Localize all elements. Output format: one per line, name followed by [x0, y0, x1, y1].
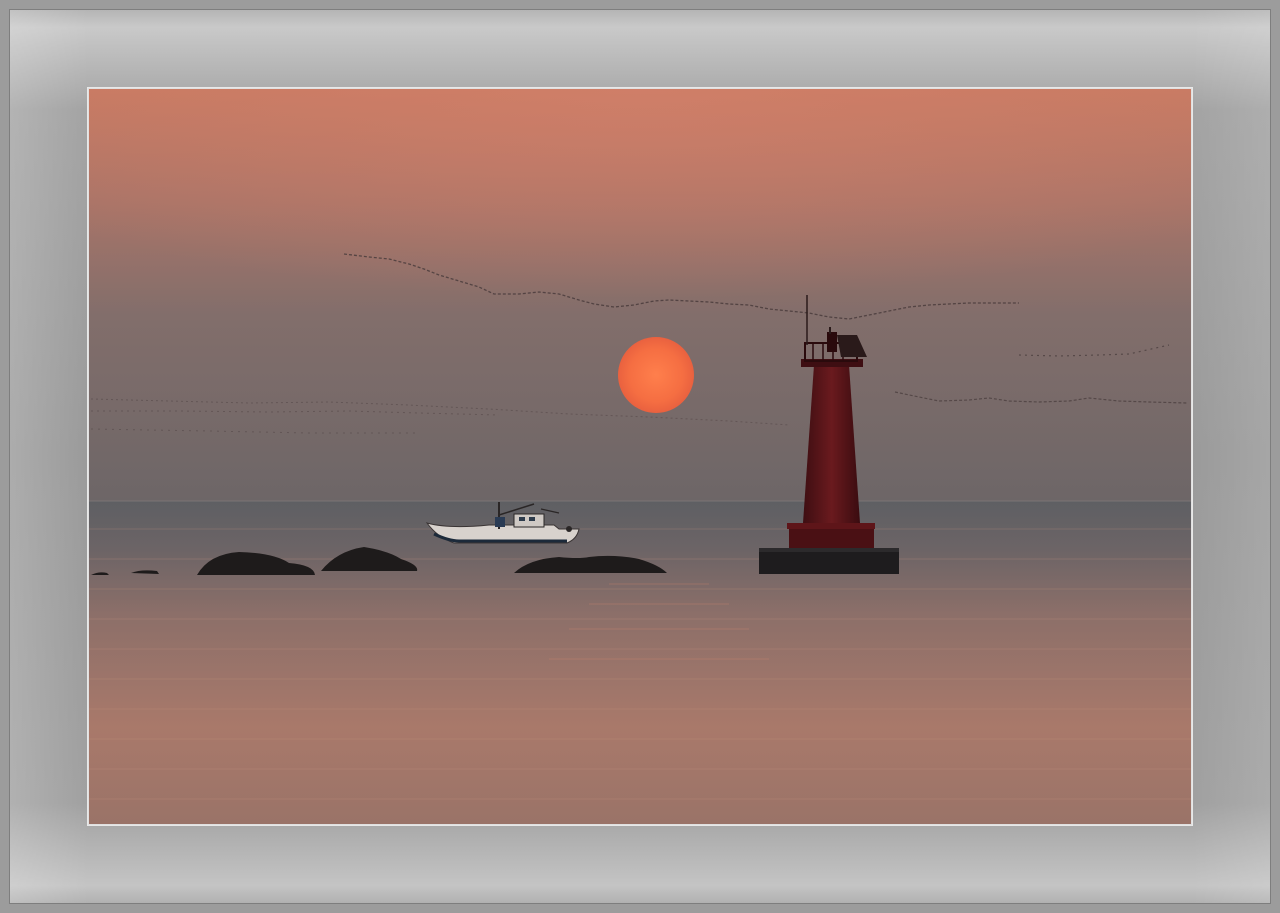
sun — [618, 337, 694, 413]
sunset-photo — [89, 89, 1191, 824]
photo-canvas — [89, 89, 1191, 824]
sea — [89, 501, 1191, 824]
photo-border — [87, 87, 1193, 826]
